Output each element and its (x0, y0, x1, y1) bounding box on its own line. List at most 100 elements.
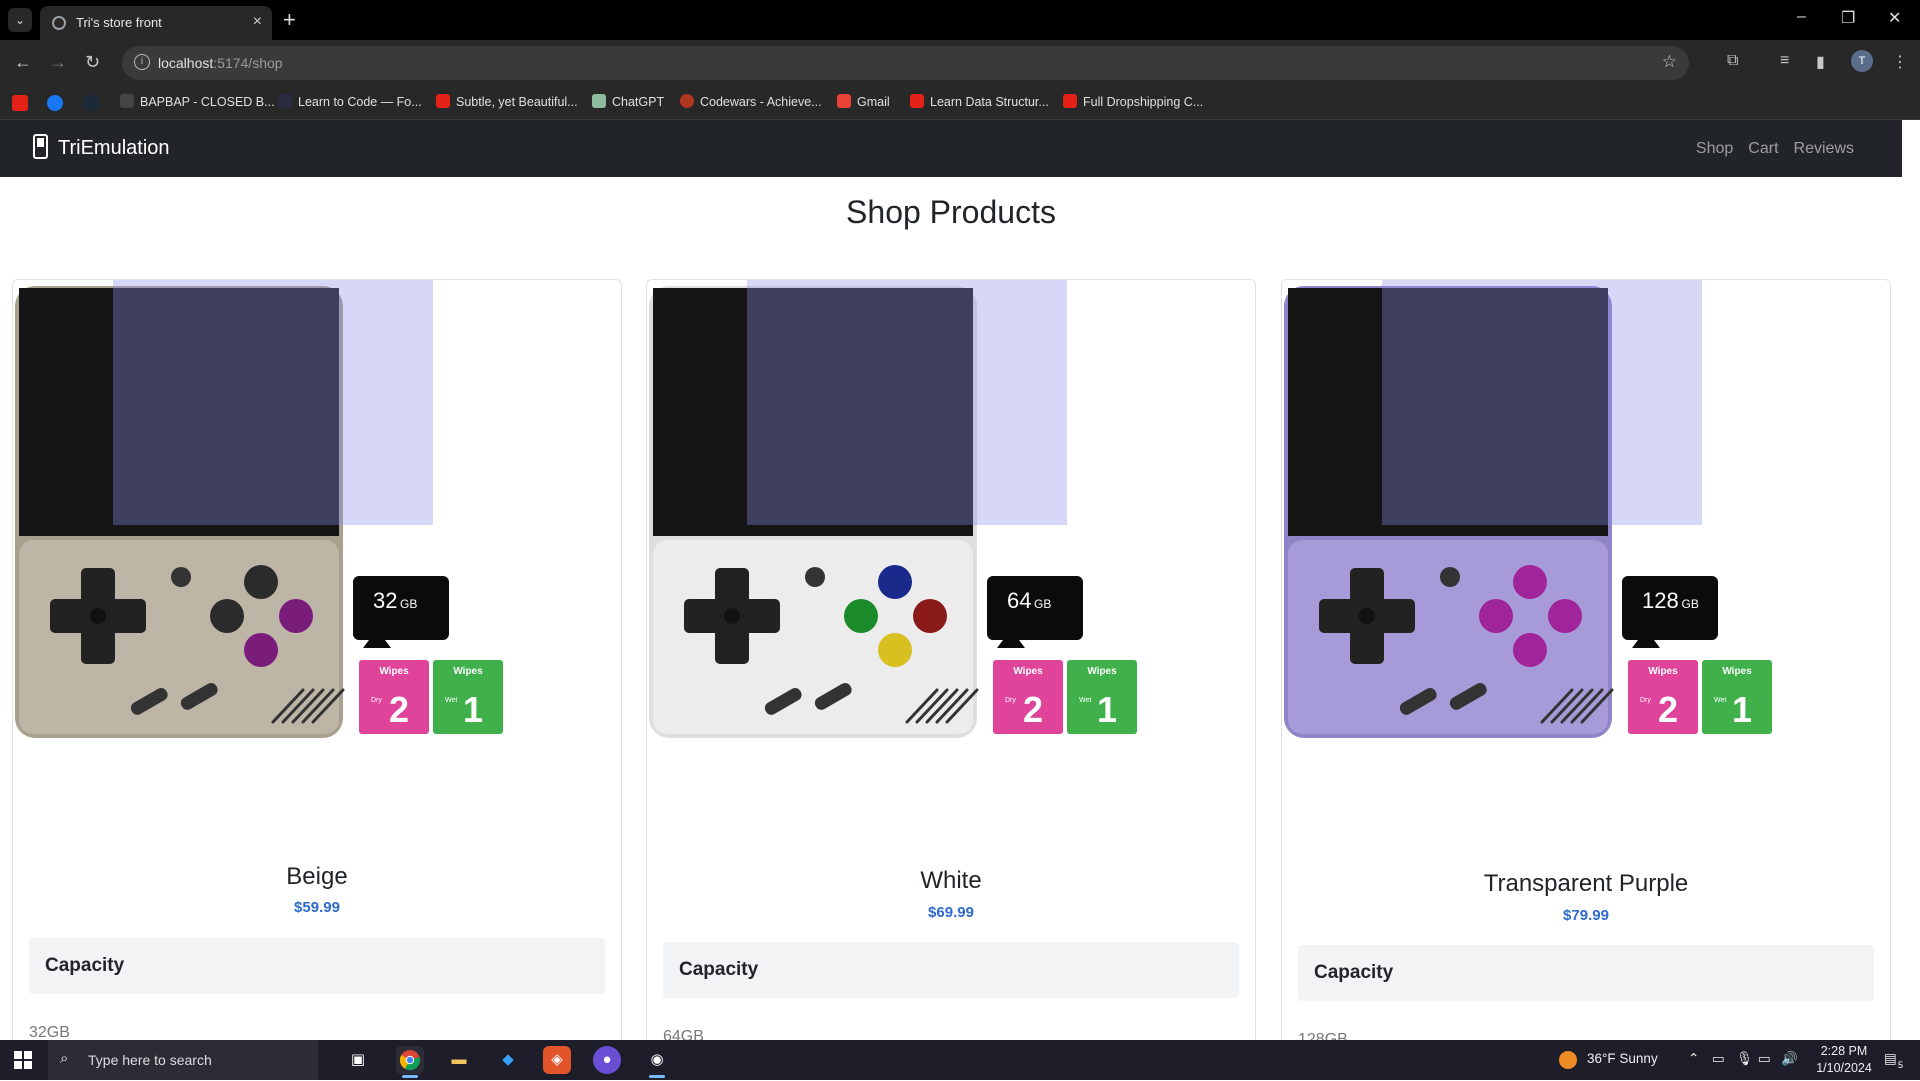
capacity-label: Capacity (45, 955, 125, 976)
windows-start-icon[interactable] (14, 1051, 32, 1069)
bookmark-star-icon[interactable]: ☆ (1662, 52, 1677, 72)
capacity-accordion-header[interactable]: Capacity (29, 938, 605, 994)
bookmark-item[interactable]: Subtle, yet Beautiful... (436, 94, 578, 109)
bookmark-item[interactable]: Learn Data Structur... (910, 94, 1049, 109)
slashes-bookmark-icon[interactable] (83, 95, 99, 111)
volume-icon[interactable]: 🔊 (1781, 1051, 1798, 1067)
network-icon[interactable]: ▭ (1758, 1051, 1771, 1067)
chrome-taskbar-icon[interactable] (396, 1046, 424, 1078)
wipes-number: 1 (463, 689, 483, 730)
wipes-title: Wipes (379, 666, 409, 677)
nav-cart-link[interactable]: Cart (1748, 140, 1778, 158)
product-image: 128 GB Wipes 2 Dry Wipes 1 Wet (1284, 280, 1772, 738)
wipes-title: Wipes (1087, 666, 1117, 677)
capacity-value: 64GB (663, 1028, 704, 1040)
product-card[interactable]: 32 GB Wipes 2 Dry Wipes 1 Wet Beige $59.99 Capa… (12, 279, 622, 1040)
microphone-icon[interactable]: 🎙 (1736, 1051, 1753, 1067)
new-tab-icon[interactable]: + (283, 7, 296, 33)
wipes-number: 2 (1023, 689, 1043, 730)
weather-text[interactable]: 36°F Sunny (1587, 1051, 1658, 1066)
handheld-logo-icon (33, 134, 48, 159)
minimize-icon[interactable]: – (1797, 8, 1806, 26)
git-app-icon[interactable]: ◈ (543, 1046, 571, 1074)
tray-app-icon[interactable]: ▭ (1712, 1051, 1725, 1067)
product-price: $69.99 (928, 904, 974, 921)
brand-link[interactable]: TriEmulation (58, 137, 170, 160)
bookmark-item[interactable]: Full Dropshipping C... (1063, 94, 1203, 109)
bookmark-favicon-icon (278, 94, 292, 108)
menu-button (1440, 567, 1460, 587)
address-bar[interactable]: i localhost:5174/shop ☆ (122, 46, 1689, 80)
bookmark-item[interactable]: BAPBAP - CLOSED B... (120, 94, 275, 109)
capacity-accordion-header[interactable]: Capacity (1298, 945, 1874, 1001)
face-button (1548, 599, 1582, 633)
product-price: $59.99 (294, 899, 340, 916)
screen-overlay (1382, 280, 1702, 525)
wipes-number: 2 (1658, 689, 1678, 730)
close-window-icon[interactable]: ✕ (1888, 8, 1901, 28)
notification-icon[interactable]: ▤ (1884, 1051, 1897, 1067)
bookmark-item[interactable]: Codewars - Achieve... (680, 94, 822, 109)
capacity-label: Capacity (1314, 962, 1394, 983)
obs-recorder-icon[interactable]: ◉ (643, 1046, 671, 1078)
face-button (878, 633, 912, 667)
product-name: White (920, 867, 982, 894)
site-info-icon[interactable]: i (134, 54, 150, 70)
product-card[interactable]: 128 GB Wipes 2 Dry Wipes 1 Wet Transparent Purp… (1281, 279, 1891, 1040)
wipes-type: Wet (445, 697, 457, 704)
bookmark-favicon-icon (680, 94, 694, 108)
bookmark-favicon-icon (120, 94, 134, 108)
extensions-icon[interactable]: ⧉ (1727, 52, 1738, 70)
wipes-type: Dry (371, 697, 382, 704)
clock-date: 1/10/2024 (1816, 1061, 1872, 1075)
back-icon[interactable]: ← (14, 52, 32, 73)
bookmark-favicon-icon (592, 94, 606, 108)
face-button (279, 599, 313, 633)
sd-card-capacity: 64 (1007, 588, 1031, 613)
face-button (244, 565, 278, 599)
tab-close-icon[interactable]: × (253, 13, 262, 31)
wipes-type: Dry (1005, 697, 1016, 704)
wipes-number: 2 (389, 689, 409, 730)
page-title: Shop Products (846, 194, 1056, 230)
menu-kebab-icon[interactable]: ⋮ (1892, 52, 1908, 72)
file-explorer-icon[interactable]: ▬ (445, 1046, 473, 1074)
wipes-type: Wet (1714, 697, 1726, 704)
clock[interactable]: 2:28 PM 1/10/2024 (1810, 1043, 1878, 1077)
bookmark-item[interactable]: Gmail (837, 94, 890, 109)
forward-icon[interactable]: → (49, 52, 67, 73)
facebook-bookmark-icon[interactable] (47, 95, 63, 111)
bookmark-item[interactable]: Learn to Code — Fo... (278, 94, 422, 109)
capacity-accordion-header[interactable]: Capacity (663, 942, 1239, 998)
product-card[interactable]: 64 GB Wipes 2 Dry Wipes 1 Wet White $69.99 Capa… (646, 279, 1256, 1040)
media-controls-icon[interactable]: ≡ (1780, 52, 1789, 70)
restore-icon[interactable]: ❐ (1841, 8, 1855, 28)
task-view-icon[interactable]: ▣ (344, 1046, 372, 1074)
profile-avatar[interactable]: T (1851, 50, 1873, 72)
browser-tab[interactable]: Tri's store front × (40, 6, 272, 40)
sd-card-tab (997, 640, 1025, 648)
vscode-icon[interactable]: ◆ (494, 1046, 522, 1074)
taskbar-search-box[interactable]: ⌕ Type here to search (48, 1040, 318, 1080)
sd-card-unit: GB (400, 597, 417, 611)
browser-toolbar: ← → ↻ i localhost:5174/shop ☆ ⧉ ≡ ▮ T ⋮ (0, 40, 1920, 86)
tray-chevron-icon[interactable]: ⌃ (1688, 1051, 1699, 1067)
nav-shop-link[interactable]: Shop (1696, 140, 1733, 158)
dpad-center (1359, 608, 1375, 624)
bookmark-favicon-icon (1063, 94, 1077, 108)
side-panel-icon[interactable]: ▮ (1816, 52, 1825, 72)
tab-search-icon[interactable]: ⌄ (8, 8, 32, 32)
windows-taskbar: ⌕ Type here to search ▣ ▬ ◆ ◈ ● ◉ 36°F S… (0, 1040, 1920, 1080)
wipes-type: Dry (1640, 697, 1651, 704)
wipes-number: 1 (1097, 689, 1117, 730)
product-image: 64 GB Wipes 2 Dry Wipes 1 Wet (649, 280, 1137, 738)
reload-icon[interactable]: ↻ (85, 52, 100, 73)
nav-reviews-link[interactable]: Reviews (1794, 140, 1854, 158)
face-button (1513, 565, 1547, 599)
youtube-bookmark-icon[interactable] (12, 95, 28, 111)
weather-sun-icon (1559, 1051, 1577, 1069)
screen-overlay (113, 280, 433, 525)
url-text[interactable]: localhost:5174/shop (158, 55, 283, 71)
bookmark-item[interactable]: ChatGPT (592, 94, 664, 109)
discord-icon[interactable]: ● (593, 1046, 621, 1074)
